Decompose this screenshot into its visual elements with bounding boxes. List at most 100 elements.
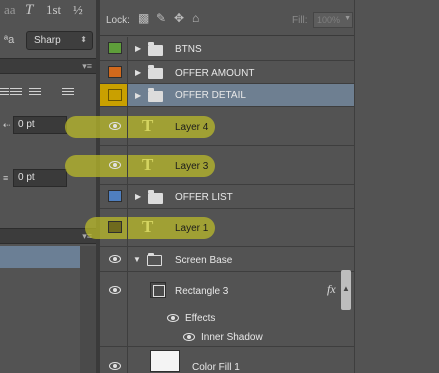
align-justify-left-icon[interactable] xyxy=(10,88,22,98)
indent-left-icon: ⇠ xyxy=(3,120,11,130)
visibility-cell[interactable] xyxy=(100,107,128,145)
antialias-select[interactable]: Sharp ⬍ xyxy=(26,31,93,50)
layer-row-layer-4[interactable]: T Layer 4 xyxy=(65,107,354,146)
layer-row-offer-amount[interactable]: ▶ OFFER AMOUNT xyxy=(100,61,354,84)
eye-icon[interactable] xyxy=(167,314,179,322)
workspace-area xyxy=(354,0,439,373)
antialias-value: Sharp xyxy=(34,35,61,46)
lock-brush-icon[interactable]: ✎ xyxy=(156,11,166,25)
shape-thumbnail-icon xyxy=(150,282,166,298)
layer-row-color-fill-1[interactable]: Color Fill 1 xyxy=(100,347,354,373)
color-tag-yellow xyxy=(108,89,122,101)
aa-icon: ªa xyxy=(4,34,15,46)
fill-input[interactable]: 100% ▼ xyxy=(313,12,353,28)
eye-icon[interactable] xyxy=(109,255,121,263)
lock-position-icon[interactable]: ✥ xyxy=(174,11,184,25)
eye-icon[interactable] xyxy=(109,122,121,130)
visibility-cell[interactable] xyxy=(100,146,128,184)
folder-icon xyxy=(148,42,163,56)
color-tag-blue xyxy=(108,190,122,202)
eye-icon[interactable] xyxy=(109,362,121,370)
inner-shadow-row[interactable]: Inner Shadow xyxy=(100,328,354,347)
layer-row-layer-1[interactable]: T Layer 1 xyxy=(85,209,354,247)
effects-label: Effects xyxy=(185,313,216,324)
lock-all-icon[interactable]: ⌂ xyxy=(192,11,199,25)
expand-triangle-icon[interactable]: ▶ xyxy=(135,91,141,100)
color-tag-olive xyxy=(108,221,122,233)
layer-name: OFFER AMOUNT xyxy=(175,68,255,79)
color-tag-green xyxy=(108,42,122,54)
layer-row-screen-base[interactable]: ▼ Screen Base xyxy=(100,247,354,272)
color-tag-orange xyxy=(108,66,122,78)
align-justify-icon[interactable] xyxy=(0,88,9,98)
layer-name: OFFER DETAIL xyxy=(175,90,246,101)
lock-bar: Lock: ▩ ✎ ✥ ⌂ Fill: 100% ▼ xyxy=(100,0,354,36)
lock-label: Lock: xyxy=(106,15,130,26)
collapse-triangle-icon[interactable]: ▼ xyxy=(133,255,141,264)
layer-name: Color Fill 1 xyxy=(192,362,240,373)
layer-name: Layer 4 xyxy=(175,122,209,133)
faux-italic-t-icon[interactable]: T xyxy=(25,2,33,19)
space-before-icon: ≡ xyxy=(3,173,9,183)
lower-panel-header: ▾≡ xyxy=(0,228,96,244)
fractions-icon[interactable]: ½ xyxy=(73,2,83,18)
layer-row-offer-detail[interactable]: ▶ OFFER DETAIL xyxy=(100,84,354,107)
selected-list-row[interactable] xyxy=(0,246,80,268)
layers-panel: Lock: ▩ ✎ ✥ ⌂ Fill: 100% ▼ ▶ BTNS ▶ OFFE… xyxy=(65,0,354,373)
lock-transparent-icon[interactable]: ▩ xyxy=(138,11,149,25)
fill-value: 100% xyxy=(317,15,341,25)
visibility-cell xyxy=(100,328,128,346)
fx-icon[interactable]: fx xyxy=(327,282,336,297)
layer-row-rectangle-3[interactable]: Rectangle 3 fx xyxy=(100,272,354,309)
eye-icon[interactable] xyxy=(109,161,121,169)
fill-thumbnail xyxy=(150,350,180,372)
folder-icon xyxy=(148,65,163,79)
visibility-cell[interactable] xyxy=(100,272,128,309)
expand-triangle-icon[interactable]: ▶ xyxy=(135,68,141,77)
scrollbar[interactable] xyxy=(80,246,96,373)
visibility-cell xyxy=(100,309,128,328)
effects-row[interactable]: Effects xyxy=(100,309,354,328)
align-justify-all-icon[interactable] xyxy=(62,88,74,98)
eye-icon[interactable] xyxy=(183,333,195,341)
visibility-cell[interactable] xyxy=(100,84,128,106)
visibility-cell[interactable] xyxy=(100,247,128,271)
ordinals-icon[interactable]: 1st xyxy=(46,2,61,18)
align-justify-center-icon[interactable] xyxy=(29,88,41,98)
visibility-cell[interactable] xyxy=(100,37,128,60)
visibility-cell[interactable] xyxy=(100,347,128,373)
type-style-row: aa T 1st ½ xyxy=(0,0,96,24)
fill-label: Fill: xyxy=(292,15,308,26)
aa-glyph[interactable]: aa xyxy=(4,2,16,18)
folder-icon xyxy=(148,88,163,102)
visibility-cell[interactable] xyxy=(100,61,128,83)
panel-menu-icon[interactable]: ▾≡ xyxy=(82,61,92,72)
text-layer-icon: T xyxy=(142,116,154,135)
expand-triangle-icon[interactable]: ▶ xyxy=(135,44,141,53)
layer-name: OFFER LIST xyxy=(175,192,233,203)
layer-name: Rectangle 3 xyxy=(175,286,229,297)
layer-name: BTNS xyxy=(175,44,202,55)
layer-row-btns[interactable]: ▶ BTNS xyxy=(100,37,354,61)
text-layer-icon: T xyxy=(142,217,154,236)
character-panel: aa T 1st ½ ªa Sharp ⬍ ▾≡ ⇠ 0 pt ≡ 0 pt ▾… xyxy=(0,0,96,373)
paragraph-panel-header: ▾≡ xyxy=(0,58,96,74)
layer-name: Screen Base xyxy=(175,255,233,266)
chevron-down-icon: ▼ xyxy=(344,15,351,22)
expand-triangle-icon[interactable]: ▶ xyxy=(135,192,141,201)
layer-name: Layer 1 xyxy=(175,223,209,234)
folder-icon xyxy=(148,190,163,204)
layer-name: Layer 3 xyxy=(175,161,209,172)
effect-name: Inner Shadow xyxy=(201,332,263,343)
visibility-cell[interactable] xyxy=(100,185,128,208)
layer-row-offer-list[interactable]: ▶ OFFER LIST xyxy=(100,185,354,209)
visibility-cell[interactable] xyxy=(100,209,128,246)
indent-left-field[interactable]: 0 pt xyxy=(13,116,67,134)
chevron-updown-icon: ⬍ xyxy=(80,35,87,44)
eye-icon[interactable] xyxy=(109,286,121,294)
layer-row-layer-3[interactable]: T Layer 3 xyxy=(65,146,354,185)
folder-open-icon xyxy=(147,253,162,266)
space-before-field[interactable]: 0 pt xyxy=(13,169,67,187)
text-layer-icon: T xyxy=(142,155,154,174)
layers-scrollbar-thumb[interactable] xyxy=(341,270,351,310)
